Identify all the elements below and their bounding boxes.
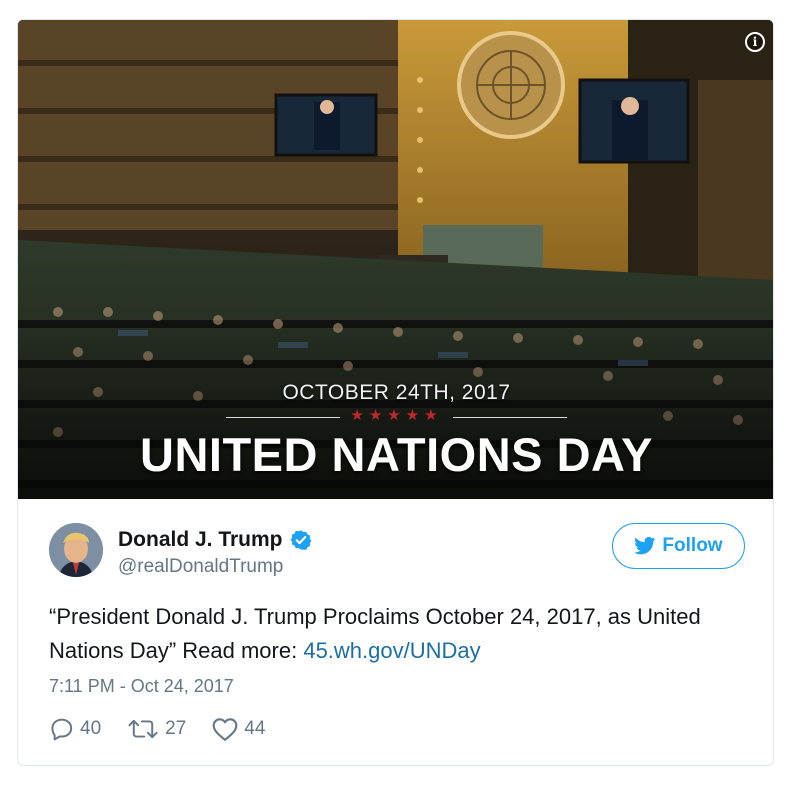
verified-icon: [290, 530, 311, 550]
retweet-button[interactable]: 27: [126, 716, 186, 742]
retweet-icon: [128, 719, 158, 739]
like-count: 44: [244, 718, 266, 739]
info-icon[interactable]: i: [745, 32, 765, 52]
author-name-text: Donald J. Trump: [118, 528, 283, 551]
retweet-count: 27: [165, 718, 187, 739]
image-overlay-stars: ★★★★★: [350, 407, 443, 424]
avatar[interactable]: [49, 523, 103, 577]
image-overlay-title: UNITED NATIONS DAY: [140, 428, 653, 481]
tweet-card: i OCTOBER 24TH, 2017 ★★★★★ UNITED NATION…: [17, 19, 774, 766]
tweet-media-photo[interactable]: i OCTOBER 24TH, 2017 ★★★★★ UNITED NATION…: [18, 20, 773, 499]
like-button[interactable]: 44: [211, 716, 265, 742]
author-name[interactable]: Donald J. Trump: [118, 528, 312, 552]
follow-button[interactable]: Follow: [612, 523, 745, 569]
avatar-portrait: [49, 523, 103, 577]
tweet-timestamp[interactable]: 7:11 PM - Oct 24, 2017: [49, 676, 234, 697]
like-icon: [212, 718, 238, 741]
author-handle[interactable]: @realDonaldTrump: [118, 556, 283, 578]
twitter-bird-icon: [634, 537, 656, 555]
tweet-actions: 40 27 44: [49, 716, 290, 742]
tweet-text: “President Donald J. Trump Proclaims Oct…: [49, 600, 739, 668]
reply-button[interactable]: 40: [49, 716, 101, 742]
reply-count: 40: [80, 718, 102, 739]
image-overlay-date: OCTOBER 24TH, 2017: [282, 381, 511, 404]
follow-button-label: Follow: [662, 535, 723, 556]
reply-icon: [51, 718, 73, 741]
tweet-link[interactable]: 45.wh.gov/UNDay: [303, 638, 480, 663]
